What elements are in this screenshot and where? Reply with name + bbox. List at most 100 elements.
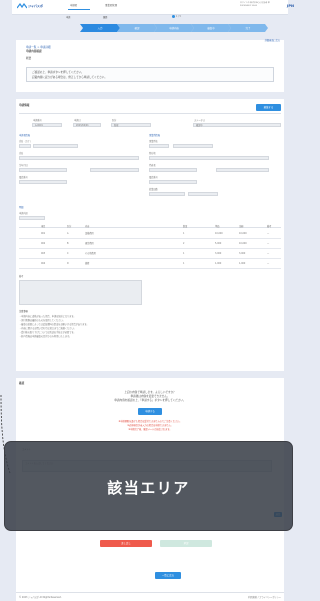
logo-icon (17, 3, 27, 9)
logo-text: ジャパスポ (28, 4, 43, 8)
note-line: ・受付後の取り下げについては別途お手続きが必要です。 (19, 331, 76, 334)
status-value: 確認中 (196, 124, 203, 128)
approve-button[interactable]: 承認 (160, 540, 212, 547)
th-unit: 単価 (215, 224, 220, 228)
notice-box: ご確認の上、申請ボタンを押してください。 記載内容に誤りがある場合は、修正してか… (26, 67, 274, 82)
category-field[interactable]: 新規 (111, 123, 151, 127)
tab-underline (68, 8, 90, 10)
cell: 10,000 (215, 232, 223, 235)
table-row: 002 B 運営費用 2 5,000 10,000 — (19, 239, 281, 249)
cell: — (267, 232, 270, 235)
right-field-3a[interactable] (149, 168, 197, 172)
left-field-1b[interactable] (33, 144, 78, 148)
cell: 設備費用 (85, 232, 94, 235)
back-link[interactable]: 詳細画面に戻る (265, 39, 280, 42)
cell: 1 (183, 262, 185, 265)
warning-line: ※必須項目が未入力の場合は申請できません。 (127, 424, 173, 427)
corner-label: JPN (287, 4, 294, 8)
th-amount: 金額 (239, 224, 244, 228)
left-label-2: 氏名 (19, 152, 24, 155)
cell: 3,000 (239, 252, 246, 255)
cell: 5,000 (215, 242, 222, 245)
cell: 1,000 (239, 262, 246, 265)
step-4: 審査中 (191, 24, 231, 32)
warning-line: ※申請期限を過ぎた場合は受付できませんのでご注意ください。 (118, 420, 182, 423)
left-field-2[interactable] (19, 156, 139, 160)
left-label-4: 電話番号 (19, 176, 28, 179)
indicator-dot-icon (172, 15, 175, 18)
cell: A (67, 232, 69, 235)
table-subtitle: 申請内訳 (19, 212, 28, 215)
th-item: 項目 (41, 224, 46, 228)
right-field-1b[interactable] (173, 144, 213, 148)
cell: D (67, 262, 69, 265)
apply-button[interactable]: 申請する (138, 408, 162, 415)
step-3: 申請内容 (154, 24, 194, 32)
remarks-textarea[interactable] (19, 280, 142, 305)
step-3-label: 申請内容 (169, 27, 179, 31)
progress-stepper: 入力 確認 申請内容 審査中 完了 (80, 24, 280, 32)
right-label-2: 所在地 (149, 152, 156, 155)
cell: — (267, 242, 270, 245)
label-status: ステータス (194, 119, 205, 122)
th-note: 備考 (267, 224, 272, 228)
step-1: 入力 (80, 24, 120, 32)
cell: C (67, 252, 69, 255)
subtab-apply[interactable]: 申請 (66, 16, 70, 19)
right-label-5: 従業員数 (149, 188, 158, 191)
right-field-1a[interactable] (149, 144, 169, 148)
app-header: ジャパスポ 申請者 事業者管理 ログイン中 株式会社○○ 担当者 様 2023/… (12, 0, 294, 15)
breadcrumb[interactable]: 申請一覧 > 申請詳細 (26, 46, 51, 49)
cell: 10,000 (239, 242, 247, 245)
cell: 003 (41, 252, 46, 255)
step-2-label: 確認 (134, 27, 140, 31)
back-to-list-button[interactable]: 一覧に戻る (155, 572, 181, 579)
confirm-message-1: 上記の内容で申請します。よろしいですか？ (124, 391, 176, 394)
th-desc: 内容 (85, 224, 90, 228)
tab-business[interactable]: 事業者管理 (105, 4, 117, 7)
cell: B (67, 242, 69, 245)
footer-copyright: © 2023 ジャパスポ All Rights Reserved. (19, 595, 62, 599)
cell: 004 (41, 262, 46, 265)
table-row: 004 D 雑費 1 1,000 1,000 — (19, 259, 281, 269)
app-date-value: 2023/04/01 (76, 124, 89, 128)
remarks-label: 備考 (19, 275, 24, 278)
table-row: 001 A 設備費用 1 10,000 10,000 — (19, 229, 281, 239)
right-label-1: 事業所名 (149, 140, 158, 143)
app-date-field[interactable]: 2023/04/01 (73, 123, 101, 127)
edit-button[interactable]: 編集する (256, 104, 281, 111)
notice-line-2: 記載内容に誤りがある場合は、修正してから申請してください。 (32, 75, 107, 79)
table-filter-field[interactable] (19, 216, 45, 220)
tab-applicant[interactable]: 申請者 (70, 4, 77, 7)
right-field-4[interactable] (149, 180, 197, 184)
applicant-block-title: 申請者情報 (19, 134, 30, 137)
step-5-label: 完了 (245, 27, 251, 31)
right-field-5b[interactable] (188, 192, 218, 196)
cell: 1 (183, 252, 185, 255)
cell: その他費用 (85, 252, 96, 255)
reject-button[interactable]: 差し戻し (100, 540, 152, 547)
cell: 1,000 (215, 262, 222, 265)
left-field-3b[interactable] (90, 168, 139, 172)
cell: 3,000 (215, 252, 222, 255)
notice-line-1: ご確認の上、申請ボタンを押してください。 (32, 71, 84, 74)
app-number-field[interactable]: A-0001 (32, 123, 62, 127)
app-number-value: A-0001 (35, 124, 43, 128)
left-field-1a[interactable] (19, 144, 31, 148)
right-field-5a[interactable] (149, 192, 185, 196)
left-field-4[interactable] (19, 180, 67, 184)
table-row: 003 C その他費用 1 3,000 3,000 — (19, 249, 281, 259)
cell: — (267, 262, 270, 265)
left-field-3a[interactable] (19, 168, 67, 172)
right-field-3b[interactable] (216, 168, 269, 172)
summary-card: 申請一覧 > 申請詳細 詳細画面に戻る 申請内容確認 概要 ご確認の上、申請ボタ… (16, 39, 284, 92)
subtab-history[interactable]: 履歴 (103, 16, 107, 19)
left-label-1: 氏名（カナ） (19, 140, 33, 143)
overlay-caption: 該当エリア (107, 479, 190, 497)
footer-links[interactable]: 利用規約 / プライバシーポリシー (248, 596, 281, 599)
label-app-number: 申請番号 (33, 119, 42, 122)
right-field-2[interactable] (149, 156, 269, 160)
step-4-label: 審査中 (207, 27, 215, 31)
status-field[interactable]: 確認中 (193, 123, 281, 127)
table-title: 明細 (19, 206, 24, 209)
